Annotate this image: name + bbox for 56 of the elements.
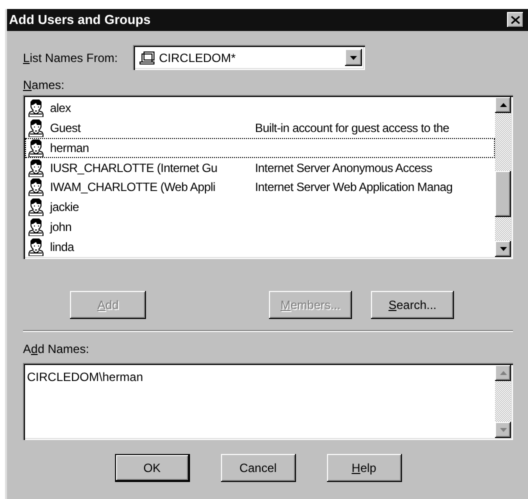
dialog-button[interactable]: OK (114, 454, 190, 482)
names-label: Names: (23, 77, 66, 94)
window-title: Add Users and Groups (9, 11, 151, 30)
scroll-down-button[interactable] (495, 241, 511, 257)
list-row[interactable]: herman (25, 138, 495, 158)
dialog-button[interactable]: Help (326, 454, 402, 482)
add-names-label: Add Names: (23, 341, 90, 358)
scrollbar[interactable] (495, 365, 511, 438)
dropdown-value: CIRCLEDOM* (159, 50, 237, 66)
list-row[interactable]: jackie (25, 197, 495, 218)
user-name: IWAM_CHARLOTTE (Web Appli (50, 179, 216, 196)
user-icon (28, 158, 44, 177)
add-names-value: CIRCLEDOM\herman (26, 369, 144, 386)
list-row[interactable]: IUSR_CHARLOTTE (Internet Gu Internet Server Anonymous Access (25, 158, 495, 178)
user-icon (28, 118, 44, 137)
user-name: Guest (50, 120, 82, 137)
scroll-up-button[interactable] (495, 365, 511, 381)
add-names-field[interactable]: CIRCLEDOM\herman (23, 363, 513, 440)
list-names-from-label: List Names From: (23, 50, 119, 66)
user-name: jackie (50, 199, 80, 216)
scroll-thumb[interactable] (495, 171, 511, 217)
domain-dropdown[interactable]: CIRCLEDOM* (133, 45, 365, 70)
user-name: alex (50, 100, 72, 117)
user-icon (28, 138, 44, 157)
list-row[interactable]: john (25, 217, 495, 238)
user-name: linda (50, 239, 76, 256)
dialog-button[interactable]: Search... (371, 291, 454, 319)
up-arrow-icon (500, 371, 506, 375)
user-name: herman (50, 140, 90, 157)
scroll-up-button[interactable] (495, 97, 511, 113)
list-row[interactable]: Guest Built-in account for guest access to the (25, 118, 495, 138)
list-row[interactable]: IWAM_CHARLOTTE (Web Appli Internet Server Web Application Manag (25, 178, 495, 198)
user-name: john (50, 219, 72, 236)
names-list[interactable] (23, 95, 513, 259)
user-name: IUSR_CHARLOTTE (Internet Gu (50, 160, 218, 177)
close-icon (511, 16, 520, 24)
down-arrow-icon (500, 247, 506, 251)
scroll-down-button[interactable] (495, 422, 511, 438)
up-arrow-icon (500, 103, 506, 107)
computer-icon (139, 50, 157, 64)
close-button[interactable] (507, 12, 524, 28)
user-description: Internet Server Anonymous Access (255, 160, 432, 177)
list-row[interactable]: alex (25, 98, 495, 118)
user-icon (28, 218, 44, 236)
user-description: Internet Server Web Application Manag (255, 179, 452, 196)
scrollbar[interactable] (495, 97, 511, 257)
dialog-button[interactable]: Cancel (220, 454, 296, 482)
user-icon (28, 198, 44, 216)
user-description: Built-in account for guest access to the (255, 120, 450, 137)
down-arrow-icon (500, 428, 506, 432)
user-icon (28, 238, 44, 256)
down-arrow-icon (350, 56, 357, 60)
user-icon (28, 178, 44, 196)
list-row[interactable]: linda (25, 237, 495, 257)
user-icon (28, 98, 44, 117)
dropdown-arrow-button[interactable] (345, 49, 362, 66)
